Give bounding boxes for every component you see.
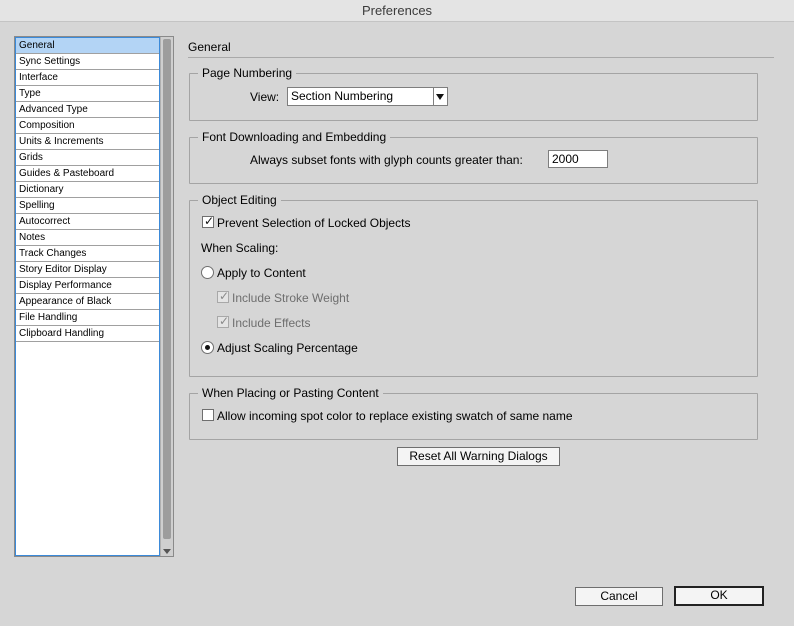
glyph-count-field[interactable]: 2000 <box>548 150 608 168</box>
include-stroke-label: Include Stroke Weight <box>232 291 350 305</box>
checkmark-icon: ✓ <box>219 314 230 328</box>
view-label: View: <box>250 90 280 104</box>
subset-fonts-label: Always subset fonts with glyph counts gr… <box>250 153 523 167</box>
section-divider <box>188 57 774 58</box>
spot-color-label[interactable]: Allow incoming spot color to replace exi… <box>217 409 573 423</box>
sidebar-scrollbar[interactable] <box>160 37 173 556</box>
section-title: General <box>188 40 231 54</box>
spot-color-checkbox[interactable] <box>202 409 214 421</box>
preferences-sidebar: General Sync Settings Interface Type Adv… <box>14 36 174 557</box>
reset-warning-dialogs-button[interactable]: Reset All Warning Dialogs <box>397 447 560 466</box>
font-downloading-group: Font Downloading and Embedding Always su… <box>189 130 758 184</box>
sidebar-item-general[interactable]: General <box>16 38 159 54</box>
sidebar-item-units-increments[interactable]: Units & Increments <box>16 134 159 150</box>
scroll-thumb[interactable] <box>163 39 171 539</box>
chevron-down-icon <box>436 94 444 100</box>
sidebar-item-clipboard-handling[interactable]: Clipboard Handling <box>16 326 159 342</box>
include-effects-checkbox[interactable]: ✓ <box>217 314 230 328</box>
prevent-selection-label[interactable]: Prevent Selection of Locked Objects <box>217 216 410 230</box>
checkmark-icon: ✓ <box>204 214 215 228</box>
category-list: General Sync Settings Interface Type Adv… <box>15 37 160 556</box>
window-title: Preferences <box>0 0 794 22</box>
radio-selected-dot <box>205 345 210 350</box>
prevent-selection-checkbox[interactable]: ✓ <box>202 214 215 228</box>
adjust-scaling-label[interactable]: Adjust Scaling Percentage <box>217 341 358 355</box>
sidebar-item-advanced-type[interactable]: Advanced Type <box>16 102 159 118</box>
when-scaling-label: When Scaling: <box>201 241 279 255</box>
sidebar-item-dictionary[interactable]: Dictionary <box>16 182 159 198</box>
sidebar-item-appearance-of-black[interactable]: Appearance of Black <box>16 294 159 310</box>
ok-button[interactable]: OK <box>674 586 764 606</box>
view-select[interactable]: Section Numbering <box>287 87 448 106</box>
view-select-value: Section Numbering <box>291 89 394 103</box>
view-select-arrow-box[interactable] <box>433 88 447 105</box>
placing-legend: When Placing or Pasting Content <box>198 386 383 400</box>
scroll-down-arrow-icon[interactable] <box>163 549 171 554</box>
apply-to-content-radio[interactable] <box>201 266 214 279</box>
sidebar-item-autocorrect[interactable]: Autocorrect <box>16 214 159 230</box>
cancel-button[interactable]: Cancel <box>575 587 663 606</box>
checkmark-icon: ✓ <box>219 289 230 303</box>
sidebar-item-track-changes[interactable]: Track Changes <box>16 246 159 262</box>
font-downloading-legend: Font Downloading and Embedding <box>198 130 391 144</box>
sidebar-item-interface[interactable]: Interface <box>16 70 159 86</box>
sidebar-item-file-handling[interactable]: File Handling <box>16 310 159 326</box>
sidebar-item-grids[interactable]: Grids <box>16 150 159 166</box>
include-effects-label: Include Effects <box>232 316 311 330</box>
sidebar-item-type[interactable]: Type <box>16 86 159 102</box>
sidebar-item-guides-pasteboard[interactable]: Guides & Pasteboard <box>16 166 159 182</box>
page-numbering-legend: Page Numbering <box>198 66 297 80</box>
placing-group: When Placing or Pasting Content Allow in… <box>189 386 758 440</box>
sidebar-item-story-editor-display[interactable]: Story Editor Display <box>16 262 159 278</box>
object-editing-legend: Object Editing <box>198 193 281 207</box>
page-numbering-group: Page Numbering View: Section Numbering <box>189 66 758 121</box>
sidebar-item-notes[interactable]: Notes <box>16 230 159 246</box>
adjust-scaling-radio[interactable] <box>201 341 214 354</box>
sidebar-item-composition[interactable]: Composition <box>16 118 159 134</box>
sidebar-item-sync-settings[interactable]: Sync Settings <box>16 54 159 70</box>
sidebar-item-display-performance[interactable]: Display Performance <box>16 278 159 294</box>
sidebar-item-spelling[interactable]: Spelling <box>16 198 159 214</box>
object-editing-group: Object Editing ✓ Prevent Selection of Lo… <box>189 193 758 377</box>
include-stroke-checkbox[interactable]: ✓ <box>217 289 230 303</box>
apply-to-content-label[interactable]: Apply to Content <box>217 266 306 280</box>
